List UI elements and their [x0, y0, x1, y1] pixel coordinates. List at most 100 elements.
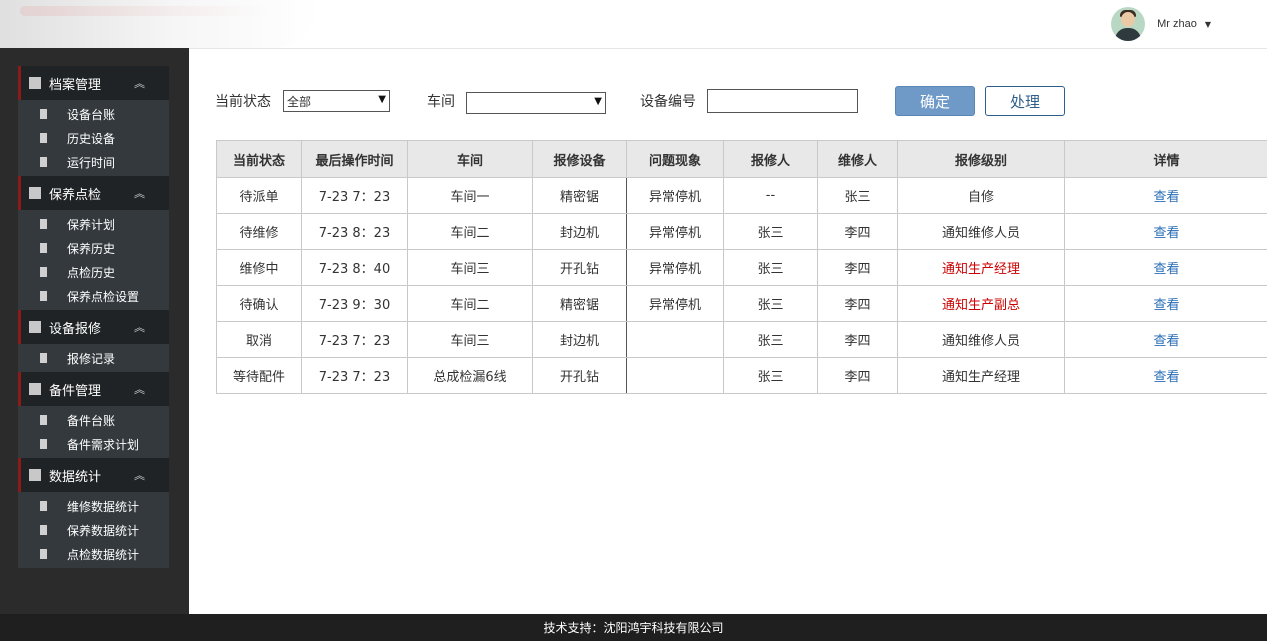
sidebar-item[interactable]: 保养点检设置	[18, 284, 169, 308]
workshop-select[interactable]: ▼	[466, 92, 606, 114]
sidebar-item-label: 备件台账	[67, 413, 116, 428]
view-detail-link[interactable]: 查看	[1153, 334, 1179, 349]
cell-text: 维修中	[239, 262, 279, 277]
cell-text: 异常停机	[648, 190, 701, 205]
cell-text: 车间一	[450, 190, 490, 205]
sidebar-item[interactable]: 报修记录	[18, 346, 169, 370]
sidebar-item[interactable]: 保养历史	[18, 236, 169, 260]
cell-text: 7-23 7：23	[318, 190, 391, 205]
view-detail-link[interactable]: 查看	[1153, 226, 1179, 241]
cell-text: 7-23 8：40	[318, 262, 391, 277]
device-no-input[interactable]	[707, 89, 858, 113]
sidebar-item[interactable]: 保养数据统计	[18, 518, 169, 542]
cell-text: 车间三	[450, 334, 490, 349]
cell-status: 维修中	[216, 249, 302, 286]
sidebar-group-title: 备件管理	[49, 383, 102, 399]
cell-text: 待确认	[239, 298, 279, 313]
small-square-icon	[40, 439, 47, 449]
table-row[interactable]: 待维修 7-23 8：23 车间二 封边机 异常停机 张三 李四 通知维修人员 查看	[216, 213, 1267, 250]
cell-problem	[626, 357, 724, 394]
sidebar-item[interactable]: 点检数据统计	[18, 542, 169, 566]
sidebar-item[interactable]: 保养计划	[18, 212, 169, 236]
sidebar-item-label: 保养数据统计	[67, 523, 140, 538]
cell-level: 自修	[897, 177, 1065, 214]
cell-text: 通知生产经理	[941, 262, 1020, 277]
user-menu[interactable]: Mr zhao ▼	[1111, 7, 1211, 41]
view-detail-link[interactable]: 查看	[1153, 262, 1179, 277]
cell-text: 张三	[757, 298, 784, 313]
cell-text: 李四	[844, 298, 871, 313]
sidebar-group-title: 设备报修	[49, 321, 102, 337]
sidebar-group-archive[interactable]: 档案管理 ︽	[18, 66, 169, 100]
cell-device: 开孔钻	[532, 249, 627, 286]
sidebar-item-label: 设备台账	[67, 107, 116, 122]
cell-text: 开孔钻	[559, 262, 599, 277]
sidebar-item-label: 报修记录	[67, 351, 116, 366]
sidebar-item[interactable]: 历史设备	[18, 126, 169, 150]
cell-text: 7-23 7：23	[318, 334, 391, 349]
chevron-double-up-icon[interactable]: ︽	[134, 319, 145, 335]
process-button[interactable]: 处理	[985, 86, 1065, 116]
sidebar-item[interactable]: 备件需求计划	[18, 432, 169, 456]
status-filter-label: 当前状态	[215, 94, 271, 110]
column-header: 最后操作时间	[301, 140, 408, 178]
sidebar: 档案管理 ︽ 设备台账历史设备 运行时间保养点检 ︽ 保养计划保养历史点检历史保养点检设置…	[18, 66, 169, 568]
view-detail-link[interactable]: 查看	[1153, 370, 1179, 385]
cell-text: 异常停机	[648, 262, 701, 277]
sidebar-group-statistics[interactable]: 数据统计 ︽	[18, 458, 169, 492]
small-square-icon	[40, 157, 47, 167]
cell-time: 7-23 8：40	[301, 249, 408, 286]
chevron-down-icon[interactable]: ▼	[1205, 20, 1211, 29]
table-header-row: 当前状态 最后操作时间 车间 报修设备 问题现象 报修人 维修人 报修级别 详情	[216, 140, 1267, 178]
table-row[interactable]: 维修中 7-23 8：40 车间三 开孔钻 异常停机 张三 李四 通知生产经理 查看	[216, 249, 1267, 286]
status-select[interactable]: 全部 ▼	[283, 90, 390, 112]
small-square-icon	[40, 501, 47, 511]
sidebar-item-label: 点检历史	[67, 265, 116, 280]
workshop-filter-label: 车间	[427, 94, 455, 110]
user-name[interactable]: Mr zhao	[1157, 18, 1197, 30]
chevron-double-up-icon[interactable]: ︽	[134, 185, 145, 201]
table-row[interactable]: 等待配件 7-23 7：23 总成检漏6线 开孔钻 张三 李四 通知生产经理 查看	[216, 357, 1267, 394]
chevron-double-up-icon[interactable]: ︽	[134, 75, 145, 91]
chevron-double-up-icon[interactable]: ︽	[134, 467, 145, 483]
table-row[interactable]: 待确认 7-23 9：30 车间二 精密锯 异常停机 张三 李四 通知生产副总 查看	[216, 285, 1267, 322]
cell-repairer: 张三	[817, 177, 898, 214]
cell-status: 待维修	[216, 213, 302, 250]
cell-problem: 异常停机	[626, 213, 724, 250]
sidebar-group-maintenance[interactable]: 保养点检 ︽	[18, 176, 169, 210]
cell-detail: 查看	[1064, 177, 1267, 214]
repair-table: 当前状态 最后操作时间 车间 报修设备 问题现象 报修人 维修人 报修级别 详情 待派单 7-23…	[216, 140, 1267, 394]
sidebar-item[interactable]: 备件台账	[18, 408, 169, 432]
cell-reporter: 张三	[723, 249, 818, 286]
cell-device: 开孔钻	[532, 357, 627, 394]
confirm-button[interactable]: 确定	[895, 86, 975, 116]
cell-time: 7-23 7：23	[301, 357, 408, 394]
sidebar-group-repair[interactable]: 设备报修 ︽	[18, 310, 169, 344]
cell-device: 精密锯	[532, 177, 627, 214]
sidebar-group-spare-parts[interactable]: 备件管理 ︽	[18, 372, 169, 406]
sidebar-item[interactable]: 运行时间	[18, 150, 169, 174]
sidebar-group-title: 保养点检	[49, 187, 102, 203]
cell-repairer: 李四	[817, 357, 898, 394]
table-row[interactable]: 待派单 7-23 7：23 车间一 精密锯 异常停机 -- 张三 自修 查看	[216, 177, 1267, 214]
cell-workshop: 车间二	[407, 285, 533, 322]
cell-text: 车间三	[450, 262, 490, 277]
sidebar-item[interactable]: 维修数据统计	[18, 494, 169, 518]
cell-reporter: --	[723, 177, 818, 214]
cell-time: 7-23 8：23	[301, 213, 408, 250]
cell-text: 7-23 7：23	[318, 370, 391, 385]
cell-detail: 查看	[1064, 321, 1267, 358]
square-icon	[29, 383, 41, 395]
sidebar-item[interactable]: 设备台账	[18, 102, 169, 126]
sidebar-item-label: 保养点检设置	[67, 289, 140, 304]
sidebar-item[interactable]: 点检历史	[18, 260, 169, 284]
column-header: 报修设备	[532, 140, 627, 178]
small-square-icon	[40, 267, 47, 277]
sidebar-item-label: 保养计划	[67, 217, 116, 232]
chevron-double-up-icon[interactable]: ︽	[134, 381, 145, 397]
table-row[interactable]: 取消 7-23 7：23 车间三 封边机 张三 李四 通知维修人员 查看	[216, 321, 1267, 358]
cell-workshop: 总成检漏6线	[407, 357, 533, 394]
view-detail-link[interactable]: 查看	[1153, 190, 1179, 205]
view-detail-link[interactable]: 查看	[1153, 298, 1179, 313]
avatar[interactable]	[1111, 7, 1146, 41]
